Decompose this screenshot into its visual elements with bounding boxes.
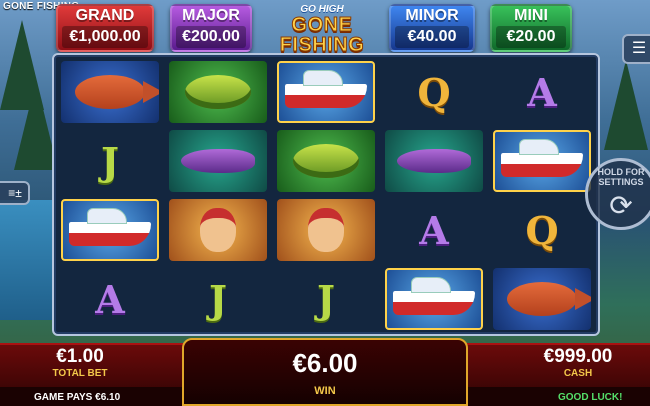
reel-cell: Q (490, 197, 594, 263)
symbol-a: A (527, 69, 557, 115)
win-panel: €6.00 WIN (182, 338, 468, 406)
symbol-boat (277, 61, 375, 123)
reel-cell (490, 128, 594, 194)
symbol-a: A (419, 207, 449, 253)
man-icon (308, 208, 344, 252)
jackpot-value: €1,000.00 (62, 26, 148, 48)
symbol-q: Q (525, 207, 559, 253)
bass-icon (293, 144, 359, 178)
jackpot-major: MAJOR €200.00 (170, 4, 252, 52)
game-screen: GONE FISHING GRAND €1,000.00 MAJOR €200.… (0, 0, 650, 406)
symbol-man (277, 199, 375, 261)
reel-cell: A (382, 197, 486, 263)
reel-cell (274, 59, 378, 125)
symbol-man (169, 199, 267, 261)
fish-icon (75, 75, 159, 109)
jackpot-value: €20.00 (496, 26, 566, 48)
game-logo: GO HIGH GONE FISHING (262, 4, 382, 56)
reel-cell: J (274, 266, 378, 332)
symbol-j: J (101, 138, 119, 184)
cat-icon (397, 149, 471, 173)
hamburger-icon: ☰ (631, 40, 647, 57)
reel-cell (382, 266, 486, 332)
fish-icon (507, 282, 591, 316)
boat-icon (393, 277, 475, 315)
bass-icon (185, 75, 251, 109)
symbol-boat (493, 130, 591, 192)
game-pays-text: GAME PAYS €6.10 (34, 392, 121, 403)
logo-line1: GONE (291, 14, 353, 36)
cash-balance: €999.00 CASH (528, 346, 628, 379)
cat-icon (181, 149, 255, 173)
cash-label: CASH (563, 368, 593, 379)
jackpot-name: MAJOR (182, 7, 240, 24)
total-bet-label: TOTAL BET (52, 368, 108, 379)
boat-icon (501, 139, 583, 177)
symbol-boat (61, 199, 159, 261)
spin-arrow-icon: ⟳ (609, 190, 633, 221)
jackpot-name: MINOR (405, 7, 459, 24)
symbol-boat (385, 268, 483, 330)
win-label: WIN (314, 385, 336, 397)
symbol-j: J (209, 276, 227, 322)
bet-settings-button[interactable]: ≡± (0, 181, 30, 205)
reel-grid: J A J J Q A A Q (52, 53, 600, 336)
man-icon (200, 208, 236, 252)
reel-cell (166, 197, 270, 263)
jackpot-value: €200.00 (176, 26, 246, 48)
logo-line2: FISHING (279, 34, 365, 56)
jackpot-mini: MINI €20.00 (490, 4, 572, 52)
symbol-bass (277, 130, 375, 192)
win-value: €6.00 (292, 348, 358, 378)
spin-button[interactable]: HOLD FOR SETTINGS ⟳ (585, 158, 650, 230)
bet-stack-icon: ≡± (8, 186, 22, 200)
menu-button[interactable]: ☰ (622, 34, 650, 64)
boat-icon (69, 208, 151, 246)
symbol-cat (385, 130, 483, 192)
jackpot-name: MINI (514, 7, 548, 24)
symbol-a: A (95, 276, 125, 322)
symbol-cat (169, 130, 267, 192)
symbol-fish (493, 268, 591, 330)
jackpot-grand: GRAND €1,000.00 (56, 4, 154, 52)
reel-cell (166, 128, 270, 194)
reel-cell: A (490, 59, 594, 125)
reel-cell: Q (382, 59, 486, 125)
reel-cell (274, 128, 378, 194)
boat-icon (285, 70, 367, 108)
symbol-j: J (317, 276, 335, 322)
reel-cell (382, 128, 486, 194)
reel-cell (58, 197, 162, 263)
symbol-q: Q (417, 69, 451, 115)
status-message: GOOD LUCK! (558, 392, 623, 403)
cash-value: €999.00 (543, 346, 613, 367)
jackpot-name: GRAND (75, 7, 135, 24)
reel-cell (166, 59, 270, 125)
spin-hint-label: HOLD FOR SETTINGS (597, 167, 645, 187)
reel-cell (274, 197, 378, 263)
reel-cell (490, 266, 594, 332)
reel-cell: J (58, 128, 162, 194)
jackpot-minor: MINOR €40.00 (389, 4, 475, 52)
symbol-fish (61, 61, 159, 123)
total-bet-value: €1.00 (56, 346, 104, 367)
total-bet[interactable]: €1.00 TOTAL BET (40, 346, 120, 379)
reel-cell (58, 59, 162, 125)
reel-cell: J (166, 266, 270, 332)
symbol-bass (169, 61, 267, 123)
pine-tree (604, 60, 648, 150)
jackpot-value: €40.00 (395, 26, 469, 48)
reel-cell: A (58, 266, 162, 332)
